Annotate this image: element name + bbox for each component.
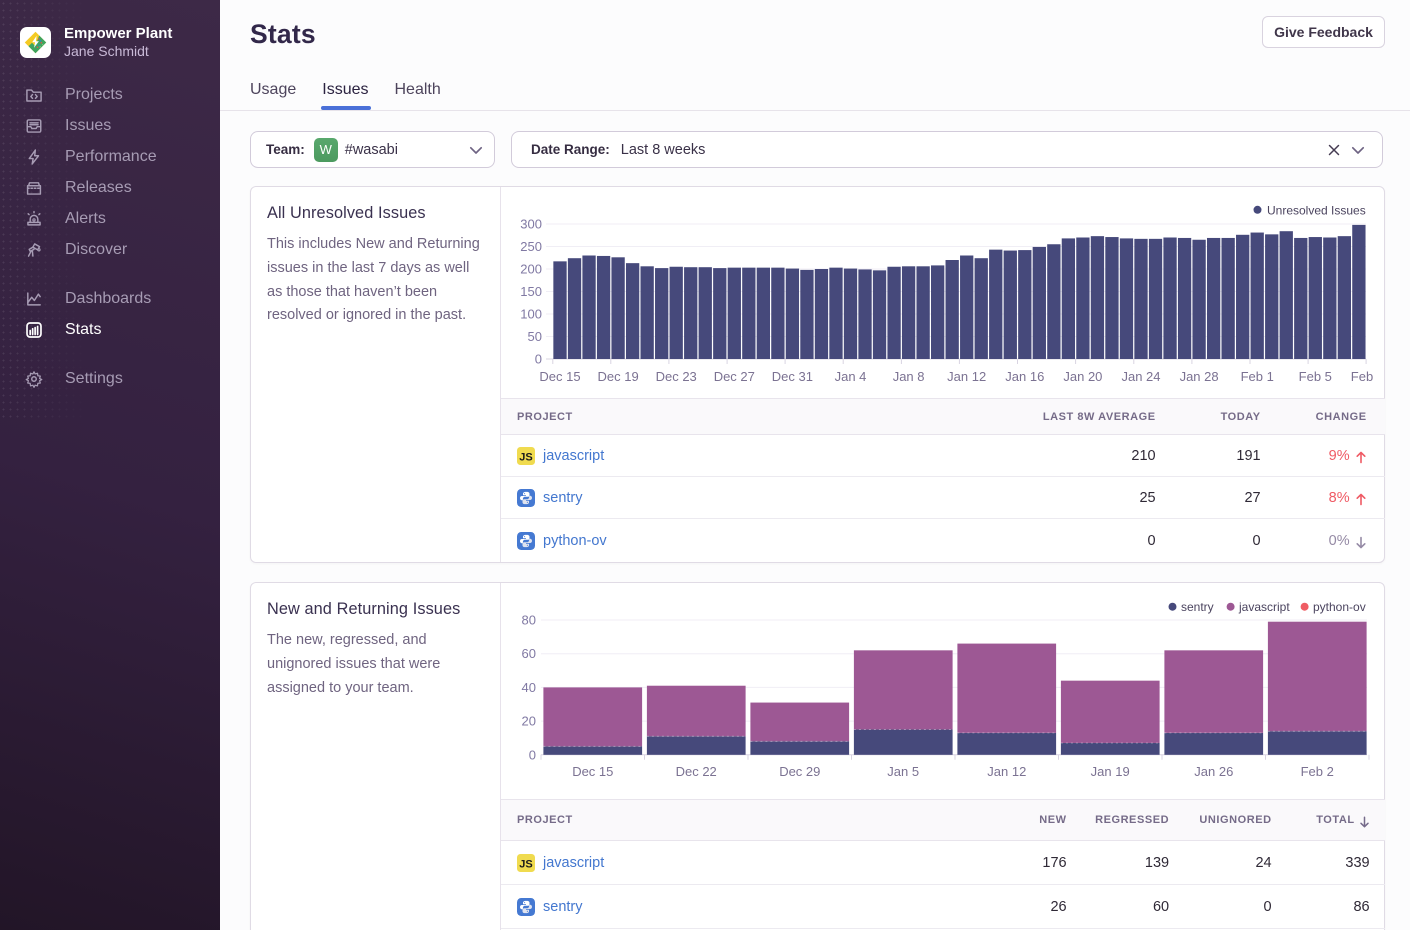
svg-text:150: 150: [520, 284, 542, 299]
svg-text:JS: JS: [519, 858, 532, 870]
svg-text:Dec 15: Dec 15: [539, 369, 580, 384]
svg-text:Jan 12: Jan 12: [947, 369, 986, 384]
svg-text:Dec 31: Dec 31: [771, 369, 812, 384]
svg-text:Jan 4: Jan 4: [834, 369, 866, 384]
svg-text:200: 200: [520, 262, 542, 277]
svg-text:Jan 12: Jan 12: [987, 764, 1026, 779]
svg-text:60: 60: [521, 646, 535, 661]
svg-text:50: 50: [527, 329, 541, 344]
svg-text:0: 0: [534, 352, 541, 367]
svg-text:250: 250: [520, 239, 542, 254]
svg-text:Jan 5: Jan 5: [887, 764, 919, 779]
svg-text:Dec 23: Dec 23: [655, 369, 696, 384]
svg-text:Feb: Feb: [1350, 369, 1372, 384]
svg-text:Jan 19: Jan 19: [1090, 764, 1129, 779]
svg-text:80: 80: [521, 613, 535, 628]
svg-text:Feb 1: Feb 1: [1240, 369, 1273, 384]
svg-text:0: 0: [528, 747, 535, 762]
svg-text:Dec 19: Dec 19: [597, 369, 638, 384]
svg-text:20: 20: [521, 714, 535, 729]
svg-text:Dec 15: Dec 15: [572, 764, 613, 779]
svg-text:Jan 24: Jan 24: [1121, 369, 1160, 384]
svg-text:Feb 5: Feb 5: [1298, 369, 1331, 384]
svg-text:Jan 28: Jan 28: [1179, 369, 1218, 384]
svg-text:Dec 29: Dec 29: [779, 764, 820, 779]
svg-text:300: 300: [520, 217, 542, 232]
svg-text:100: 100: [520, 307, 542, 322]
svg-text:Unresolved Issues: Unresolved Issues: [1267, 203, 1366, 217]
svg-text:Jan 20: Jan 20: [1063, 369, 1102, 384]
svg-text:Jan 26: Jan 26: [1194, 764, 1233, 779]
svg-text:javascript: javascript: [1238, 600, 1290, 614]
svg-text:Dec 22: Dec 22: [675, 764, 716, 779]
svg-text:40: 40: [521, 680, 535, 695]
svg-text:JS: JS: [519, 451, 532, 463]
svg-text:Dec 27: Dec 27: [713, 369, 754, 384]
svg-text:Jan 16: Jan 16: [1005, 369, 1044, 384]
svg-text:Feb 2: Feb 2: [1300, 764, 1333, 779]
svg-text:Jan 8: Jan 8: [892, 369, 924, 384]
svg-text:sentry: sentry: [1181, 600, 1214, 614]
svg-text:python-ov: python-ov: [1313, 600, 1366, 614]
